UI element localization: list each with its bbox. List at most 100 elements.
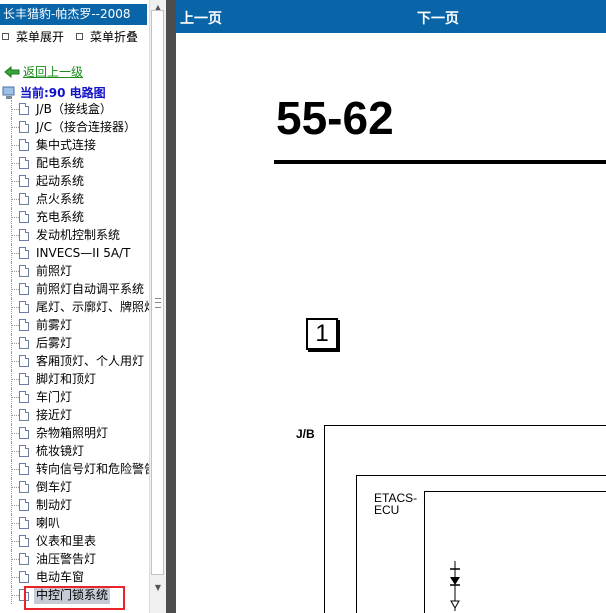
tree-connector bbox=[11, 433, 19, 434]
tree-item-label: 前照灯 bbox=[36, 264, 73, 278]
tree-connector bbox=[11, 289, 19, 290]
tree-item[interactable]: 点火系统 bbox=[0, 190, 150, 208]
tree-item[interactable]: 充电系统 bbox=[0, 208, 150, 226]
tree-item[interactable]: 集中式连接 bbox=[0, 136, 150, 154]
document-icon bbox=[19, 427, 29, 439]
jb-label: J/B bbox=[296, 427, 315, 441]
back-link-label: 返回上一级 bbox=[23, 65, 84, 79]
tree-connector bbox=[11, 559, 19, 560]
tree-item-label: J/C（接合连接器） bbox=[36, 120, 136, 134]
tree-item[interactable]: 后雾灯 bbox=[0, 334, 150, 352]
vertical-scrollbar[interactable]: ▲ ▼ bbox=[149, 0, 166, 613]
tree-item-label: 客厢顶灯、个人用灯 bbox=[36, 354, 145, 368]
tree-item[interactable]: 起动系统 bbox=[0, 172, 150, 190]
tree-connector bbox=[11, 469, 19, 470]
tree-item[interactable]: 梳妆镜灯 bbox=[0, 442, 150, 460]
document-icon bbox=[19, 481, 29, 493]
tree-item-label: 前雾灯 bbox=[36, 318, 73, 332]
tree-connector bbox=[11, 127, 19, 128]
menu-expand-button[interactable]: 菜单展开 bbox=[2, 28, 64, 45]
document-icon bbox=[19, 139, 29, 151]
tree-connector bbox=[11, 523, 19, 524]
current-node: 当前:90 电路图 bbox=[2, 84, 106, 101]
tree-connector bbox=[11, 505, 19, 506]
tree-item[interactable]: 仪表和里表 bbox=[0, 532, 150, 550]
app-title: 长丰猎豹-帕杰罗--2008 bbox=[0, 4, 147, 25]
menu-collapse-button[interactable]: 菜单折叠 bbox=[76, 28, 138, 45]
tree-connector bbox=[11, 271, 19, 272]
tree-item[interactable]: 接近灯 bbox=[0, 406, 150, 424]
tree-connector bbox=[11, 325, 19, 326]
tree-item[interactable]: INVECS—II 5A/T bbox=[0, 244, 150, 262]
tree-item[interactable]: 发动机控制系统 bbox=[0, 226, 150, 244]
tree-item-label: 脚灯和顶灯 bbox=[36, 372, 97, 386]
tree-connector bbox=[11, 451, 19, 452]
tree-item[interactable]: 车门灯 bbox=[0, 388, 150, 406]
tree-item-label: 起动系统 bbox=[36, 174, 85, 188]
tree-connector bbox=[11, 109, 19, 110]
scroll-thumb[interactable] bbox=[151, 10, 164, 575]
current-node-label: 当前:90 电路图 bbox=[20, 86, 106, 100]
computer-icon bbox=[2, 86, 15, 99]
tree-item-label: 尾灯、示廓灯、牌照灯 bbox=[36, 300, 150, 314]
document-icon bbox=[19, 319, 29, 331]
tree-item-label: 转向信号灯和危险警告灯 bbox=[36, 462, 150, 476]
tree-item-label: 制动灯 bbox=[36, 498, 73, 512]
tree-item-label: INVECS—II 5A/T bbox=[36, 246, 131, 260]
document-icon bbox=[19, 121, 29, 133]
tree-connector bbox=[11, 181, 19, 182]
tree-connector bbox=[11, 307, 19, 308]
tree-item-label: 梳妆镜灯 bbox=[36, 444, 85, 458]
tree-item-label: 车门灯 bbox=[36, 390, 73, 404]
prev-page-button[interactable]: 上一页 bbox=[180, 8, 222, 28]
tree-item[interactable]: 电动车窗 bbox=[0, 568, 150, 586]
scroll-down-icon[interactable]: ▼ bbox=[150, 580, 166, 596]
tree-item[interactable]: 客厢顶灯、个人用灯 bbox=[0, 352, 150, 370]
tree-item[interactable]: 倒车灯 bbox=[0, 478, 150, 496]
tree-item[interactable]: 配电系统 bbox=[0, 154, 150, 172]
right-panel: 上一页 下一页 55-62 1 J/B ETACS- ECU bbox=[166, 0, 606, 613]
document-icon bbox=[19, 301, 29, 313]
tree-connector bbox=[11, 343, 19, 344]
tree-item[interactable]: J/B（接线盒） bbox=[0, 100, 150, 118]
tree-item[interactable]: 前照灯 bbox=[0, 262, 150, 280]
tree-item[interactable]: 脚灯和顶灯 bbox=[0, 370, 150, 388]
tree-item[interactable]: 前雾灯 bbox=[0, 316, 150, 334]
document-icon bbox=[19, 499, 29, 511]
document-icon bbox=[19, 103, 29, 115]
back-link[interactable]: 返回上一级 bbox=[4, 63, 83, 80]
tree-connector bbox=[11, 361, 19, 362]
tree-item[interactable]: 尾灯、示廓灯、牌照灯 bbox=[0, 298, 150, 316]
next-page-button[interactable]: 下一页 bbox=[417, 8, 459, 28]
tree-item-label: 配电系统 bbox=[36, 156, 85, 170]
tree-item[interactable]: J/C（接合连接器） bbox=[0, 118, 150, 136]
document-icon bbox=[19, 553, 29, 565]
tree-item[interactable]: 制动灯 bbox=[0, 496, 150, 514]
tree-connector bbox=[11, 541, 19, 542]
tree-connector bbox=[11, 397, 19, 398]
page-number: 55-62 bbox=[276, 92, 394, 144]
tree-item-label: 后雾灯 bbox=[36, 336, 73, 350]
document-icon bbox=[19, 211, 29, 223]
menu-collapse-label: 菜单折叠 bbox=[90, 30, 139, 44]
document-page: 55-62 1 J/B ETACS- ECU bbox=[176, 33, 606, 613]
tree-item[interactable]: 杂物箱照明灯 bbox=[0, 424, 150, 442]
tree-item[interactable]: 油压警告灯 bbox=[0, 550, 150, 568]
tree-item-label: 油压警告灯 bbox=[36, 552, 97, 566]
tree-item[interactable]: 转向信号灯和危险警告灯 bbox=[0, 460, 150, 478]
tree-item-label: 杂物箱照明灯 bbox=[36, 426, 109, 440]
etacs-label: ETACS- ECU bbox=[374, 492, 422, 516]
tree-item-label: 点火系统 bbox=[36, 192, 85, 206]
tree-item-label: 电动车窗 bbox=[36, 570, 85, 584]
document-icon bbox=[19, 283, 29, 295]
left-panel: 长丰猎豹-帕杰罗--2008 菜单展开 菜单折叠 返回上一级 当前:90 电路图… bbox=[0, 0, 166, 613]
tree-item-label: 仪表和里表 bbox=[36, 534, 97, 548]
menu-expand-label: 菜单展开 bbox=[16, 30, 65, 44]
document-icon bbox=[19, 157, 29, 169]
tree-connector bbox=[11, 235, 19, 236]
tree-item[interactable]: 喇叭 bbox=[0, 514, 150, 532]
document-icon bbox=[19, 337, 29, 349]
document-icon bbox=[19, 391, 29, 403]
highlight-box bbox=[24, 586, 125, 610]
tree-item[interactable]: 前照灯自动调平系统 bbox=[0, 280, 150, 298]
